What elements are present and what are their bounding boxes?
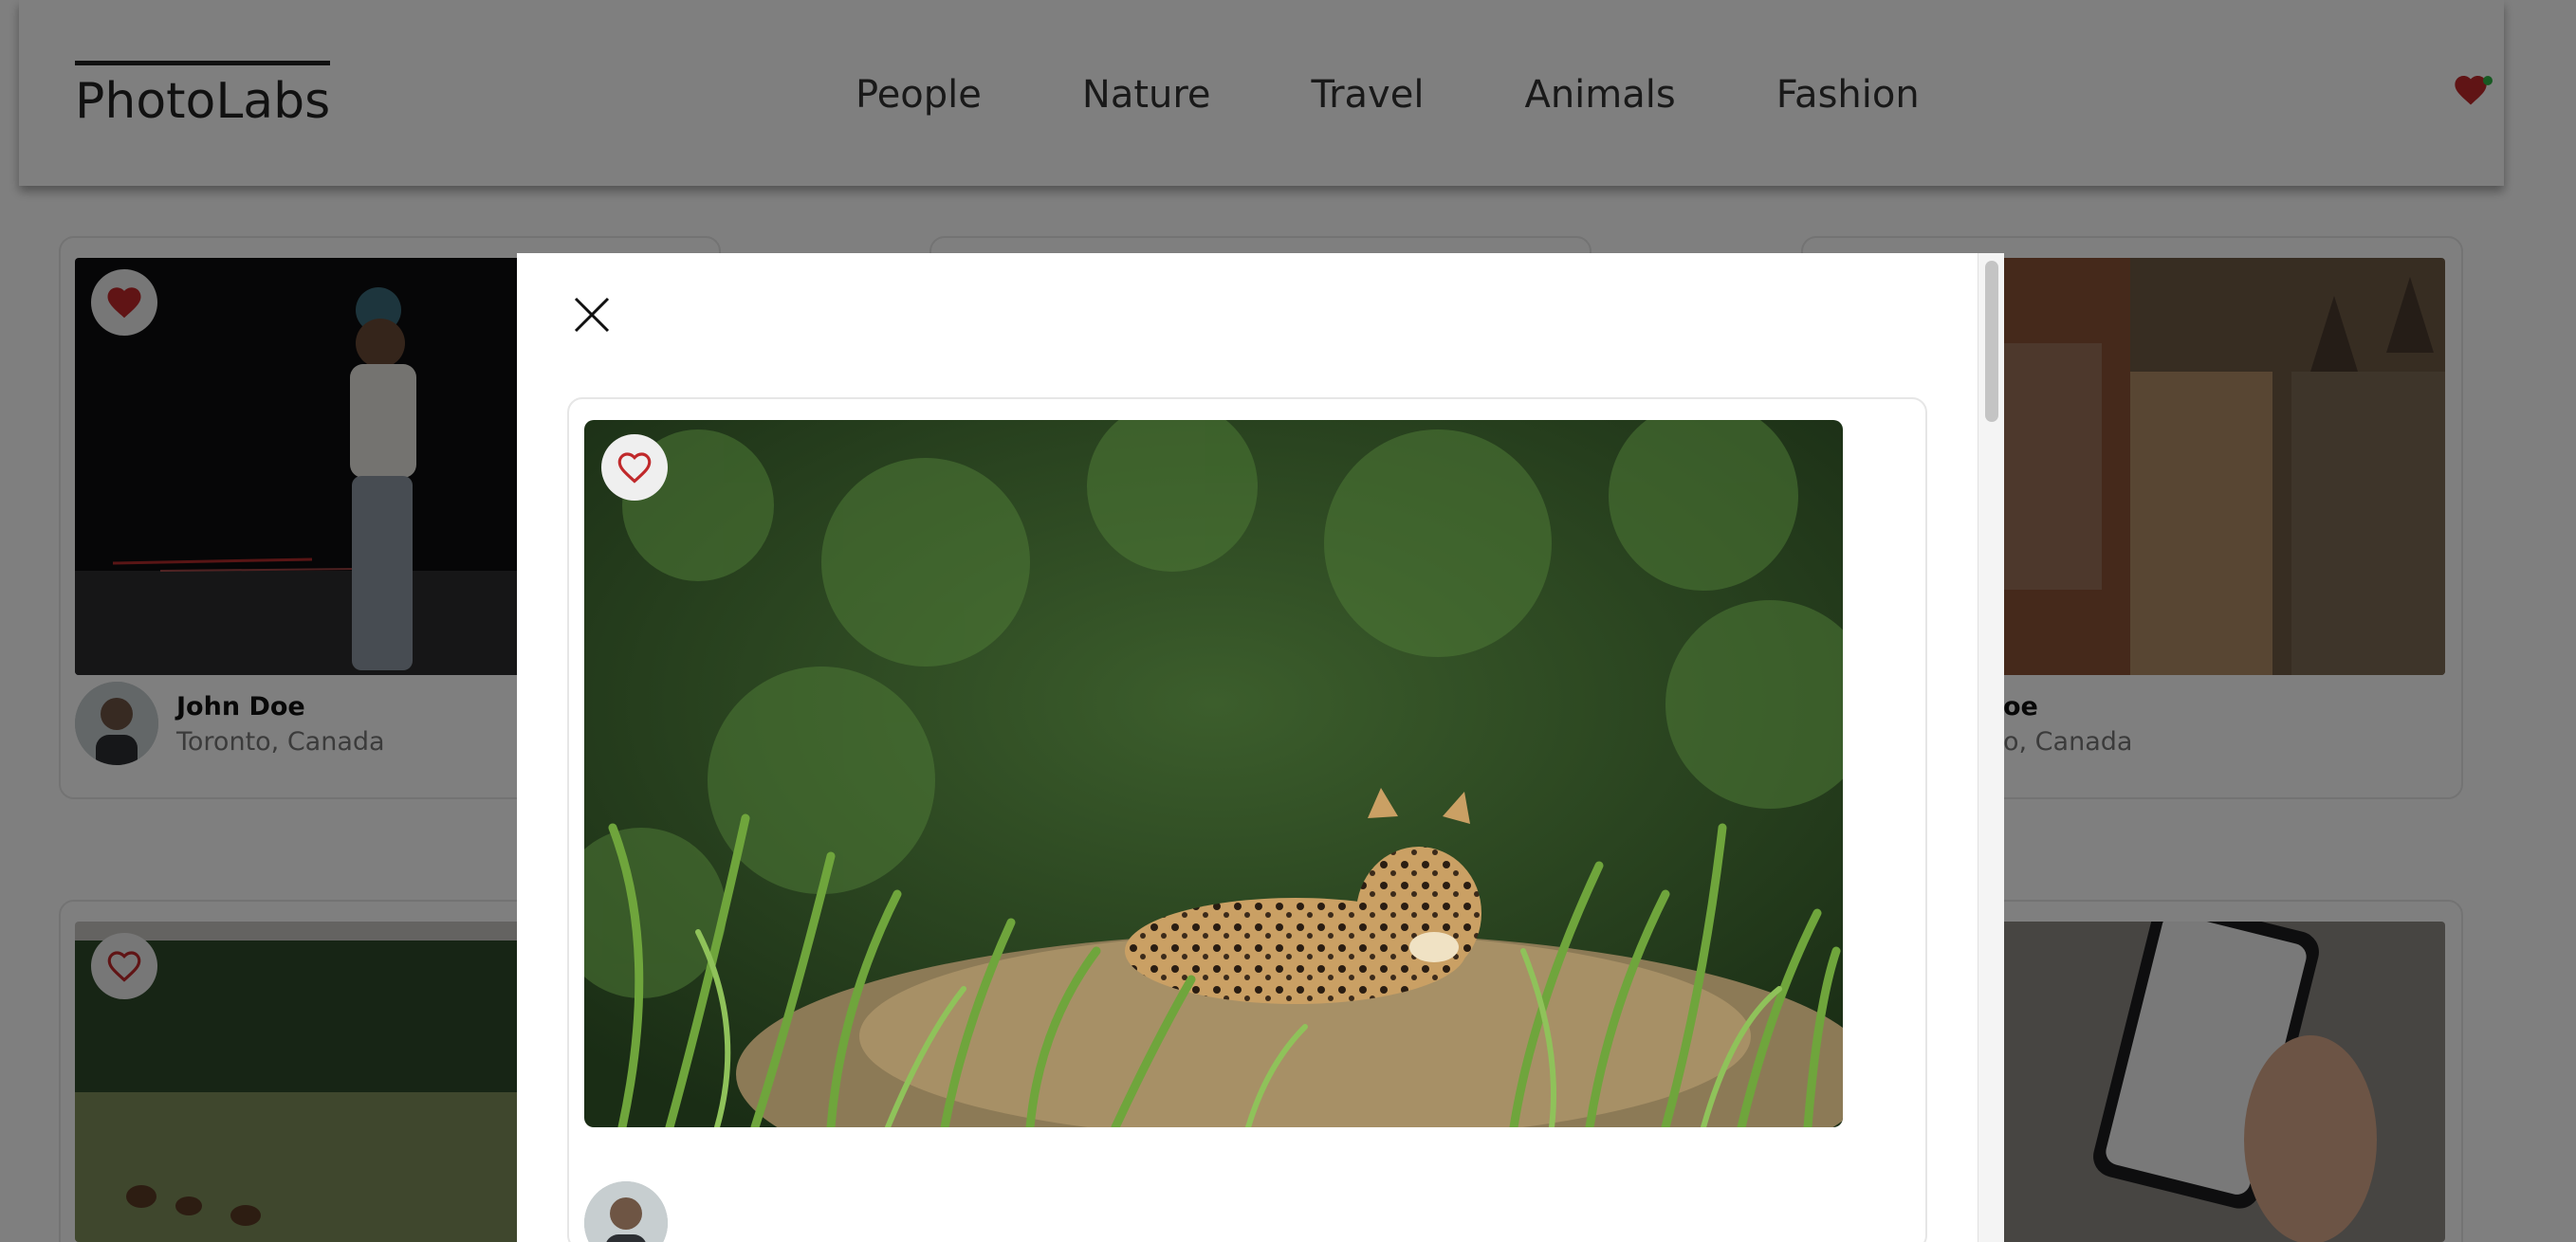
modal-photo-image bbox=[584, 420, 1843, 1127]
close-button[interactable] bbox=[568, 291, 616, 338]
favourite-button[interactable] bbox=[601, 434, 668, 501]
heart-outline-icon bbox=[617, 452, 652, 484]
photo-details-modal bbox=[517, 253, 2004, 1242]
modal-scrollbar-thumb[interactable] bbox=[1985, 261, 1998, 422]
close-icon bbox=[574, 297, 610, 333]
